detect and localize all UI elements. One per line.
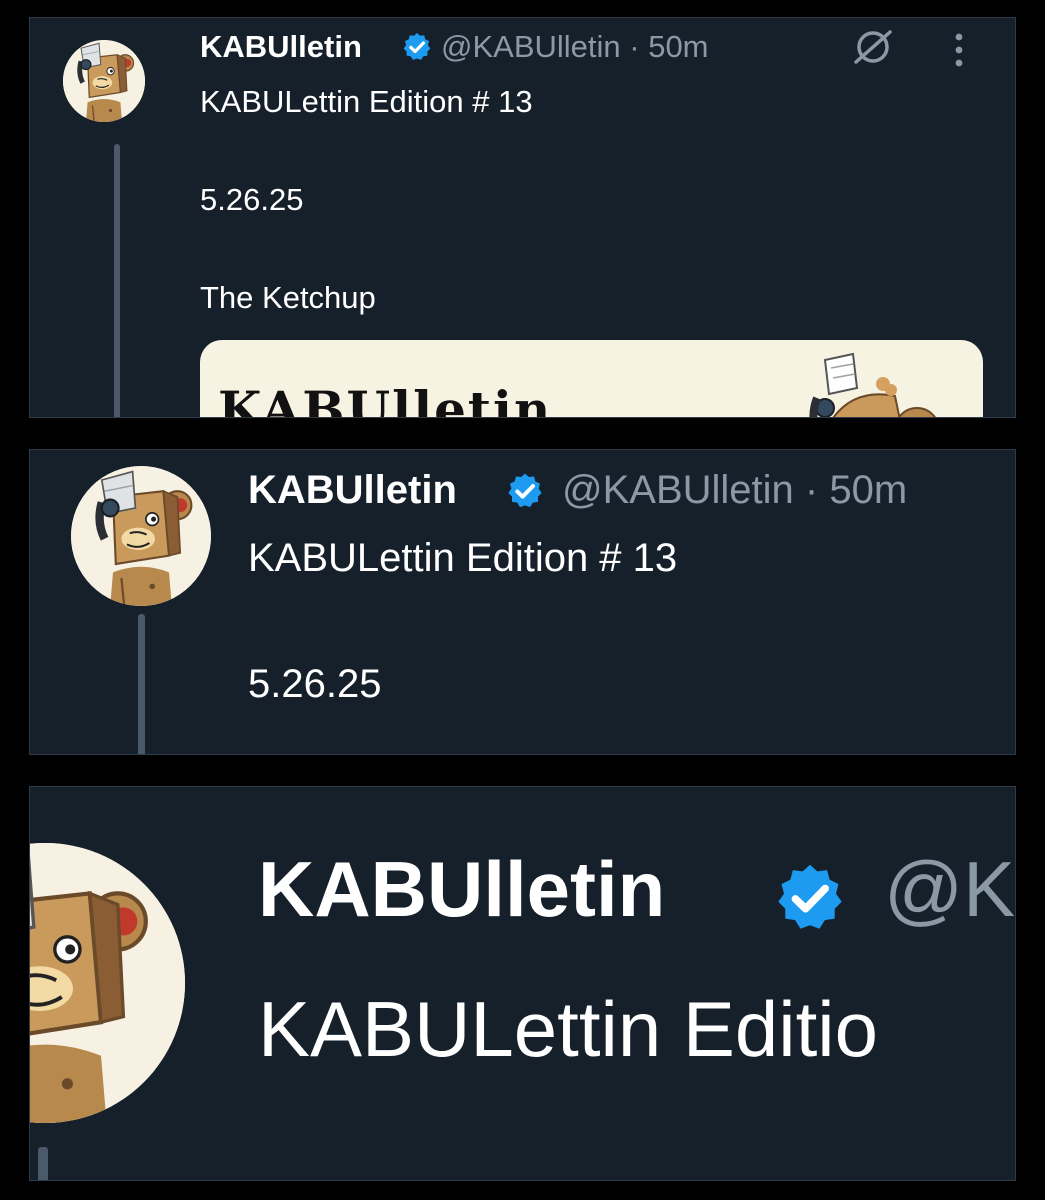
handle-and-time[interactable]: @KABUlletin · 50m (562, 466, 907, 514)
handle[interactable]: @KABUlletin (441, 29, 621, 64)
tweet-text-title: KABULettin Edition # 13 (248, 536, 678, 580)
tweet-text-title-partial: KABULettin Editio (258, 985, 879, 1073)
bear-avatar-icon (63, 40, 145, 122)
tweet-panel-full[interactable]: KABUlletin @KABUlletin · 50m KABULettin … (29, 17, 1016, 418)
tweet-panel-zoom-medium[interactable]: KABUlletin @KABUlletin · 50m KABULettin … (29, 449, 1016, 755)
handle-partial[interactable]: @K (884, 843, 1015, 935)
bear-avatar-icon (29, 843, 185, 1123)
tweet-text-date: 5.26.25 (200, 182, 304, 217)
display-name[interactable]: KABUlletin (248, 466, 457, 514)
timestamp[interactable]: · 50m (621, 29, 708, 64)
grok-icon[interactable] (848, 28, 898, 66)
avatar[interactable] (29, 843, 185, 1123)
thread-connector-line (38, 1147, 48, 1180)
verified-badge-icon[interactable] (401, 31, 433, 63)
media-card[interactable]: KABUlletin (200, 340, 983, 418)
card-title: KABUlletin (218, 380, 553, 418)
thread-connector-line (114, 144, 120, 417)
timestamp[interactable]: · 50m (794, 468, 907, 512)
verified-badge-icon[interactable] (772, 860, 848, 936)
thread-connector-line (138, 614, 145, 754)
avatar[interactable] (63, 40, 145, 122)
handle-and-time[interactable]: @KABUlletin · 50m (441, 28, 709, 66)
verified-badge-icon[interactable] (505, 471, 545, 511)
tweet-text-title: KABULettin Edition # 13 (200, 84, 533, 119)
card-bear-illustration-icon (809, 352, 936, 417)
more-options-icon[interactable] (948, 30, 970, 70)
display-name[interactable]: KABUlletin (258, 843, 665, 935)
tweet-text-subtitle: The Ketchup (200, 280, 376, 315)
handle[interactable]: @KABUlletin (562, 468, 794, 512)
display-name[interactable]: KABUlletin (200, 28, 362, 66)
bear-avatar-icon (71, 466, 211, 606)
tweet-panel-zoom-large[interactable]: KABUlletin @K KABULettin Editio (29, 786, 1016, 1181)
avatar[interactable] (71, 466, 211, 606)
tweet-text-date: 5.26.25 (248, 662, 382, 706)
